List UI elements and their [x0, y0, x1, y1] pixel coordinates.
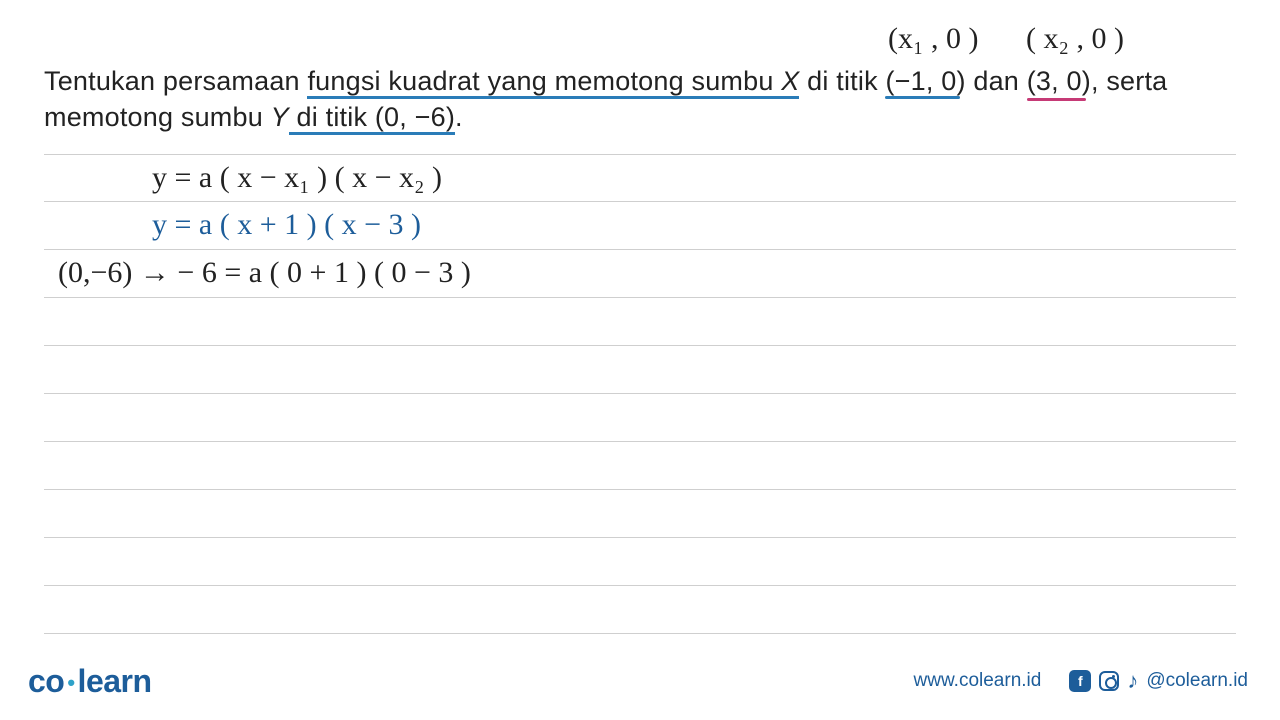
ruled-line-1: y = a ( x − x₁ ) ( x − x₂ ): [44, 154, 1236, 202]
annotation-x2: ( x₂ , 0 ): [1026, 22, 1124, 56]
ruled-line-6: [44, 394, 1236, 442]
ruled-line-8: [44, 490, 1236, 538]
q-point1: (−1, 0): [885, 66, 965, 96]
q-text-6: .: [455, 102, 463, 132]
q-underline-phrase-2: di titik (0, −6): [289, 102, 455, 135]
work-line-2: y = a ( x + 1 ) ( x − 3 ): [152, 208, 421, 242]
annotation-x1: (x₁ , 0 ): [888, 22, 978, 56]
ruled-line-7: [44, 442, 1236, 490]
social-icons: f ♪ @colearn.id: [1069, 668, 1248, 694]
footer-right: www.colearn.id f ♪ @colearn.id: [914, 668, 1248, 694]
q-point2: (3, 0): [1027, 66, 1091, 96]
ruled-line-5: [44, 346, 1236, 394]
logo-learn: learn: [78, 663, 152, 700]
q-text-3: dan: [966, 66, 1027, 96]
ruled-line-10: [44, 586, 1236, 634]
q-text-5: memotong sumbu: [44, 102, 271, 132]
q-phrase: fungsi kuadrat yang memotong sumbu: [307, 66, 781, 96]
work-line-1: y = a ( x − x₁ ) ( x − x₂ ): [152, 161, 442, 195]
footer-handle[interactable]: @colearn.id: [1146, 670, 1248, 692]
footer: co•learn www.colearn.id f ♪ @colearn.id: [0, 642, 1280, 720]
ruled-line-4: [44, 298, 1236, 346]
question-text: Tentukan persamaan fungsi kuadrat yang m…: [44, 63, 1236, 136]
q-underline-phrase: fungsi kuadrat yang memotong sumbu X: [307, 66, 799, 99]
worksheet-area: y = a ( x − x₁ ) ( x − x₂ ) y = a ( x + …: [44, 154, 1236, 634]
ruled-line-2: y = a ( x + 1 ) ( x − 3 ): [44, 202, 1236, 250]
footer-url[interactable]: www.colearn.id: [914, 670, 1042, 692]
logo-co: co: [28, 663, 64, 700]
instagram-icon[interactable]: [1099, 671, 1119, 691]
work-line-3: (0,−6) → − 6 = a ( 0 + 1 ) ( 0 − 3 ): [58, 256, 471, 290]
logo: co•learn: [28, 663, 152, 700]
ruled-line-3: (0,−6) → − 6 = a ( 0 + 1 ) ( 0 − 3 ): [44, 250, 1236, 298]
tiktok-icon[interactable]: ♪: [1127, 668, 1138, 694]
q-text-2: di titik: [799, 66, 885, 96]
ruled-line-9: [44, 538, 1236, 586]
q-text-4: , serta: [1091, 66, 1167, 96]
q-x: X: [781, 66, 799, 96]
q-y: Y: [271, 102, 289, 132]
q-text-1: Tentukan persamaan: [44, 66, 307, 96]
logo-dot: •: [67, 670, 74, 696]
facebook-icon[interactable]: f: [1069, 670, 1091, 692]
